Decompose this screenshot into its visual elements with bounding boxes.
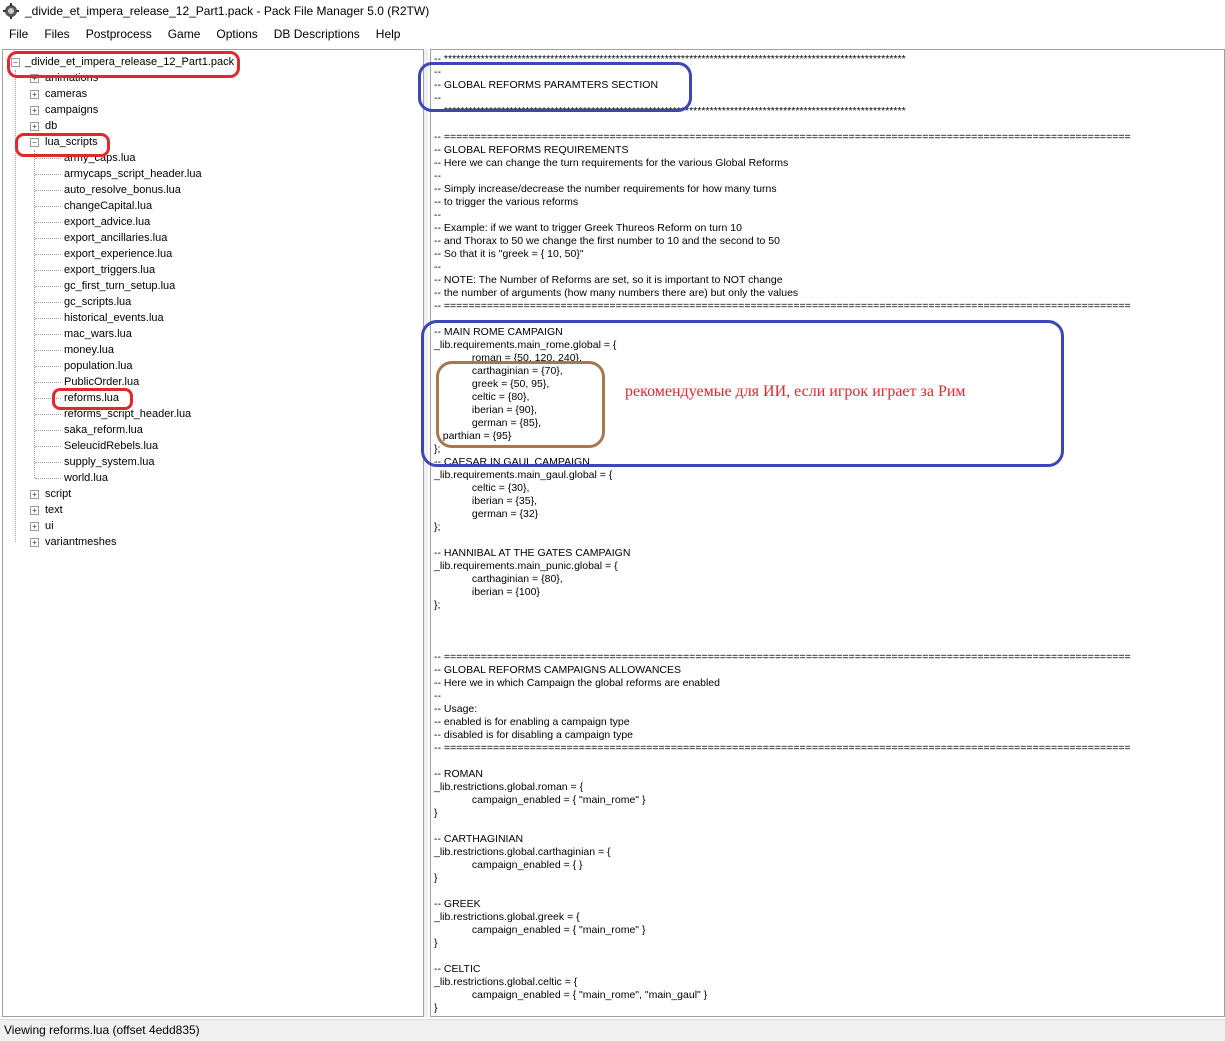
tree-guide — [35, 430, 61, 431]
tree-guide — [35, 254, 61, 255]
title-bar: _divide_et_impera_release_12_Part1.pack … — [0, 0, 1225, 22]
expand-icon[interactable]: + — [30, 538, 39, 547]
tree-guide — [35, 302, 61, 303]
tree-guide — [35, 318, 61, 319]
tree-file-label[interactable]: SeleucidRebels.lua — [64, 438, 158, 454]
text-editor[interactable]: -- *************************************… — [430, 49, 1225, 1017]
tree-guide — [34, 150, 35, 478]
tree-guide — [35, 478, 61, 479]
tree-file-label[interactable]: changeCapital.lua — [64, 198, 152, 214]
tree-file-label[interactable]: export_advice.lua — [64, 214, 150, 230]
tree-file-label[interactable]: gc_scripts.lua — [64, 294, 131, 310]
tree-guide — [35, 158, 61, 159]
status-text: Viewing reforms.lua (offset 4edd835) — [4, 1023, 200, 1037]
highlight-root — [7, 51, 240, 78]
window-title: _divide_et_impera_release_12_Part1.pack … — [25, 4, 430, 18]
file-tree[interactable]: − _divide_et_impera_release_12_Part1.pac… — [2, 49, 424, 1017]
expand-icon[interactable]: + — [30, 106, 39, 115]
tree-file-label[interactable]: mac_wars.lua — [64, 326, 132, 342]
highlight-reforms-lua — [52, 388, 133, 410]
menu-files[interactable]: Files — [37, 24, 76, 44]
highlight-ai-values — [436, 361, 605, 448]
annotation-note: рекомендуемые для ИИ, если игрок играет … — [625, 383, 966, 400]
tree-file-label[interactable]: export_ancillaries.lua — [64, 230, 167, 246]
menu-game[interactable]: Game — [161, 24, 208, 44]
expand-icon[interactable]: + — [30, 122, 39, 131]
tree-guide — [35, 222, 61, 223]
tree-guide — [35, 462, 61, 463]
tree-file-label[interactable]: population.lua — [64, 358, 133, 374]
expand-icon[interactable]: + — [30, 506, 39, 515]
tree-guide — [35, 446, 61, 447]
tree-file-label[interactable]: historical_events.lua — [64, 310, 164, 326]
expand-icon[interactable]: + — [30, 490, 39, 499]
tree-guide — [35, 206, 61, 207]
status-bar: Viewing reforms.lua (offset 4edd835) — [0, 1019, 1225, 1041]
highlight-lua-scripts — [15, 133, 110, 157]
tree-file-label[interactable]: export_triggers.lua — [64, 262, 155, 278]
tree-file-label[interactable]: supply_system.lua — [64, 454, 155, 470]
tree-file-label[interactable]: world.lua — [64, 470, 108, 486]
tree-file-label[interactable]: armycaps_script_header.lua — [64, 166, 202, 182]
menu-db-descriptions[interactable]: DB Descriptions — [267, 24, 367, 44]
editor-text[interactable]: -- *************************************… — [434, 53, 1131, 1015]
tree-guide — [35, 238, 61, 239]
tree-file-label[interactable]: auto_resolve_bonus.lua — [64, 182, 181, 198]
expand-icon[interactable]: + — [30, 522, 39, 531]
tree-file-label[interactable]: export_experience.lua — [64, 246, 172, 262]
menu-help[interactable]: Help — [369, 24, 408, 44]
tree-guide — [35, 350, 61, 351]
tree-guide — [35, 334, 61, 335]
tree-guide — [35, 366, 61, 367]
tree-guide — [35, 190, 61, 191]
pane-splitter[interactable] — [424, 49, 428, 1017]
highlight-parameters-section — [418, 62, 692, 112]
tree-guide — [35, 414, 61, 415]
tree-guide — [35, 382, 61, 383]
tree-file-label[interactable]: saka_reform.lua — [64, 422, 143, 438]
menu-postprocess[interactable]: Postprocess — [79, 24, 159, 44]
expand-icon[interactable]: + — [30, 90, 39, 99]
tree-file-label[interactable]: gc_first_turn_setup.lua — [64, 278, 175, 294]
tree-guide — [35, 286, 61, 287]
menu-file[interactable]: File — [2, 24, 35, 44]
gear-icon — [3, 3, 19, 19]
tree-guide — [35, 174, 61, 175]
menu-bar: File Files Postprocess Game Options DB D… — [0, 24, 1225, 44]
tree-guide — [35, 270, 61, 271]
tree-file-label[interactable]: money.lua — [64, 342, 114, 358]
menu-options[interactable]: Options — [209, 24, 264, 44]
